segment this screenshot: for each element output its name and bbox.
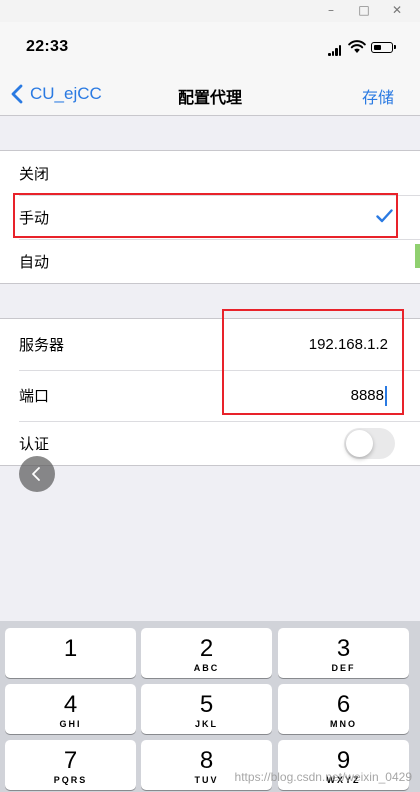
checkmark-icon <box>376 209 393 223</box>
save-button[interactable]: 存储 <box>362 84 394 108</box>
manual-proxy-group: 服务器 192.168.1.2 端口 8888 认证 <box>0 318 420 466</box>
cellular-signal-icon <box>328 44 342 56</box>
key-3[interactable]: 3 DEF <box>278 628 409 678</box>
proxy-mode-manual[interactable]: 手动 <box>0 195 420 239</box>
maximize-icon[interactable]: □ <box>355 2 373 18</box>
status-time: 22:33 <box>26 38 69 55</box>
close-icon[interactable]: ✕ <box>388 2 406 18</box>
edge-tab <box>415 244 420 268</box>
window-title-bar: – □ ✕ <box>0 0 420 22</box>
port-value: 8888 <box>350 386 384 404</box>
numeric-keypad: 1 2 ABC 3 DEF 4 GHI 5 JKL 6 MNO 7 PQRS 8 TUV 9W… <box>0 621 420 792</box>
auth-toggle[interactable] <box>344 428 395 459</box>
server-row[interactable]: 服务器 192.168.1.2 <box>0 319 420 370</box>
page-title: 配置代理 <box>177 88 242 107</box>
server-input[interactable]: 192.168.1.2 <box>309 336 388 353</box>
status-bar: 22:33 <box>0 22 420 72</box>
proxy-mode-label: 自动 <box>19 252 50 271</box>
port-input[interactable]: 8888 <box>350 385 387 406</box>
proxy-mode-label: 关闭 <box>19 164 50 183</box>
watermark: https://blog.csdn.net/weixin_0429 <box>234 770 412 784</box>
server-label: 服务器 <box>19 336 65 354</box>
key-7[interactable]: 7 PQRS <box>5 740 136 790</box>
text-cursor <box>385 385 387 406</box>
proxy-mode-auto[interactable]: 自动 <box>0 239 420 283</box>
key-6[interactable]: 6 MNO <box>278 684 409 734</box>
key-2[interactable]: 2 ABC <box>141 628 272 678</box>
key-5[interactable]: 5 JKL <box>141 684 272 734</box>
port-label: 端口 <box>19 387 50 405</box>
proxy-mode-label: 手动 <box>19 208 50 227</box>
auth-row: 认证 <box>0 421 420 465</box>
minimize-icon[interactable]: – <box>322 2 340 18</box>
navigation-bar: CU_ejCC 配置代理 存储 <box>0 72 420 116</box>
port-row[interactable]: 端口 8888 <box>0 370 420 421</box>
proxy-mode-off[interactable]: 关闭 <box>0 151 420 195</box>
wifi-icon <box>348 40 366 53</box>
chevron-left-icon <box>32 467 40 481</box>
assistive-touch-button[interactable] <box>19 456 55 492</box>
key-4[interactable]: 4 GHI <box>5 684 136 734</box>
battery-icon <box>371 42 396 53</box>
key-1[interactable]: 1 <box>5 628 136 678</box>
auth-label: 认证 <box>19 434 50 453</box>
proxy-mode-group: 关闭 手动 自动 <box>0 150 420 284</box>
